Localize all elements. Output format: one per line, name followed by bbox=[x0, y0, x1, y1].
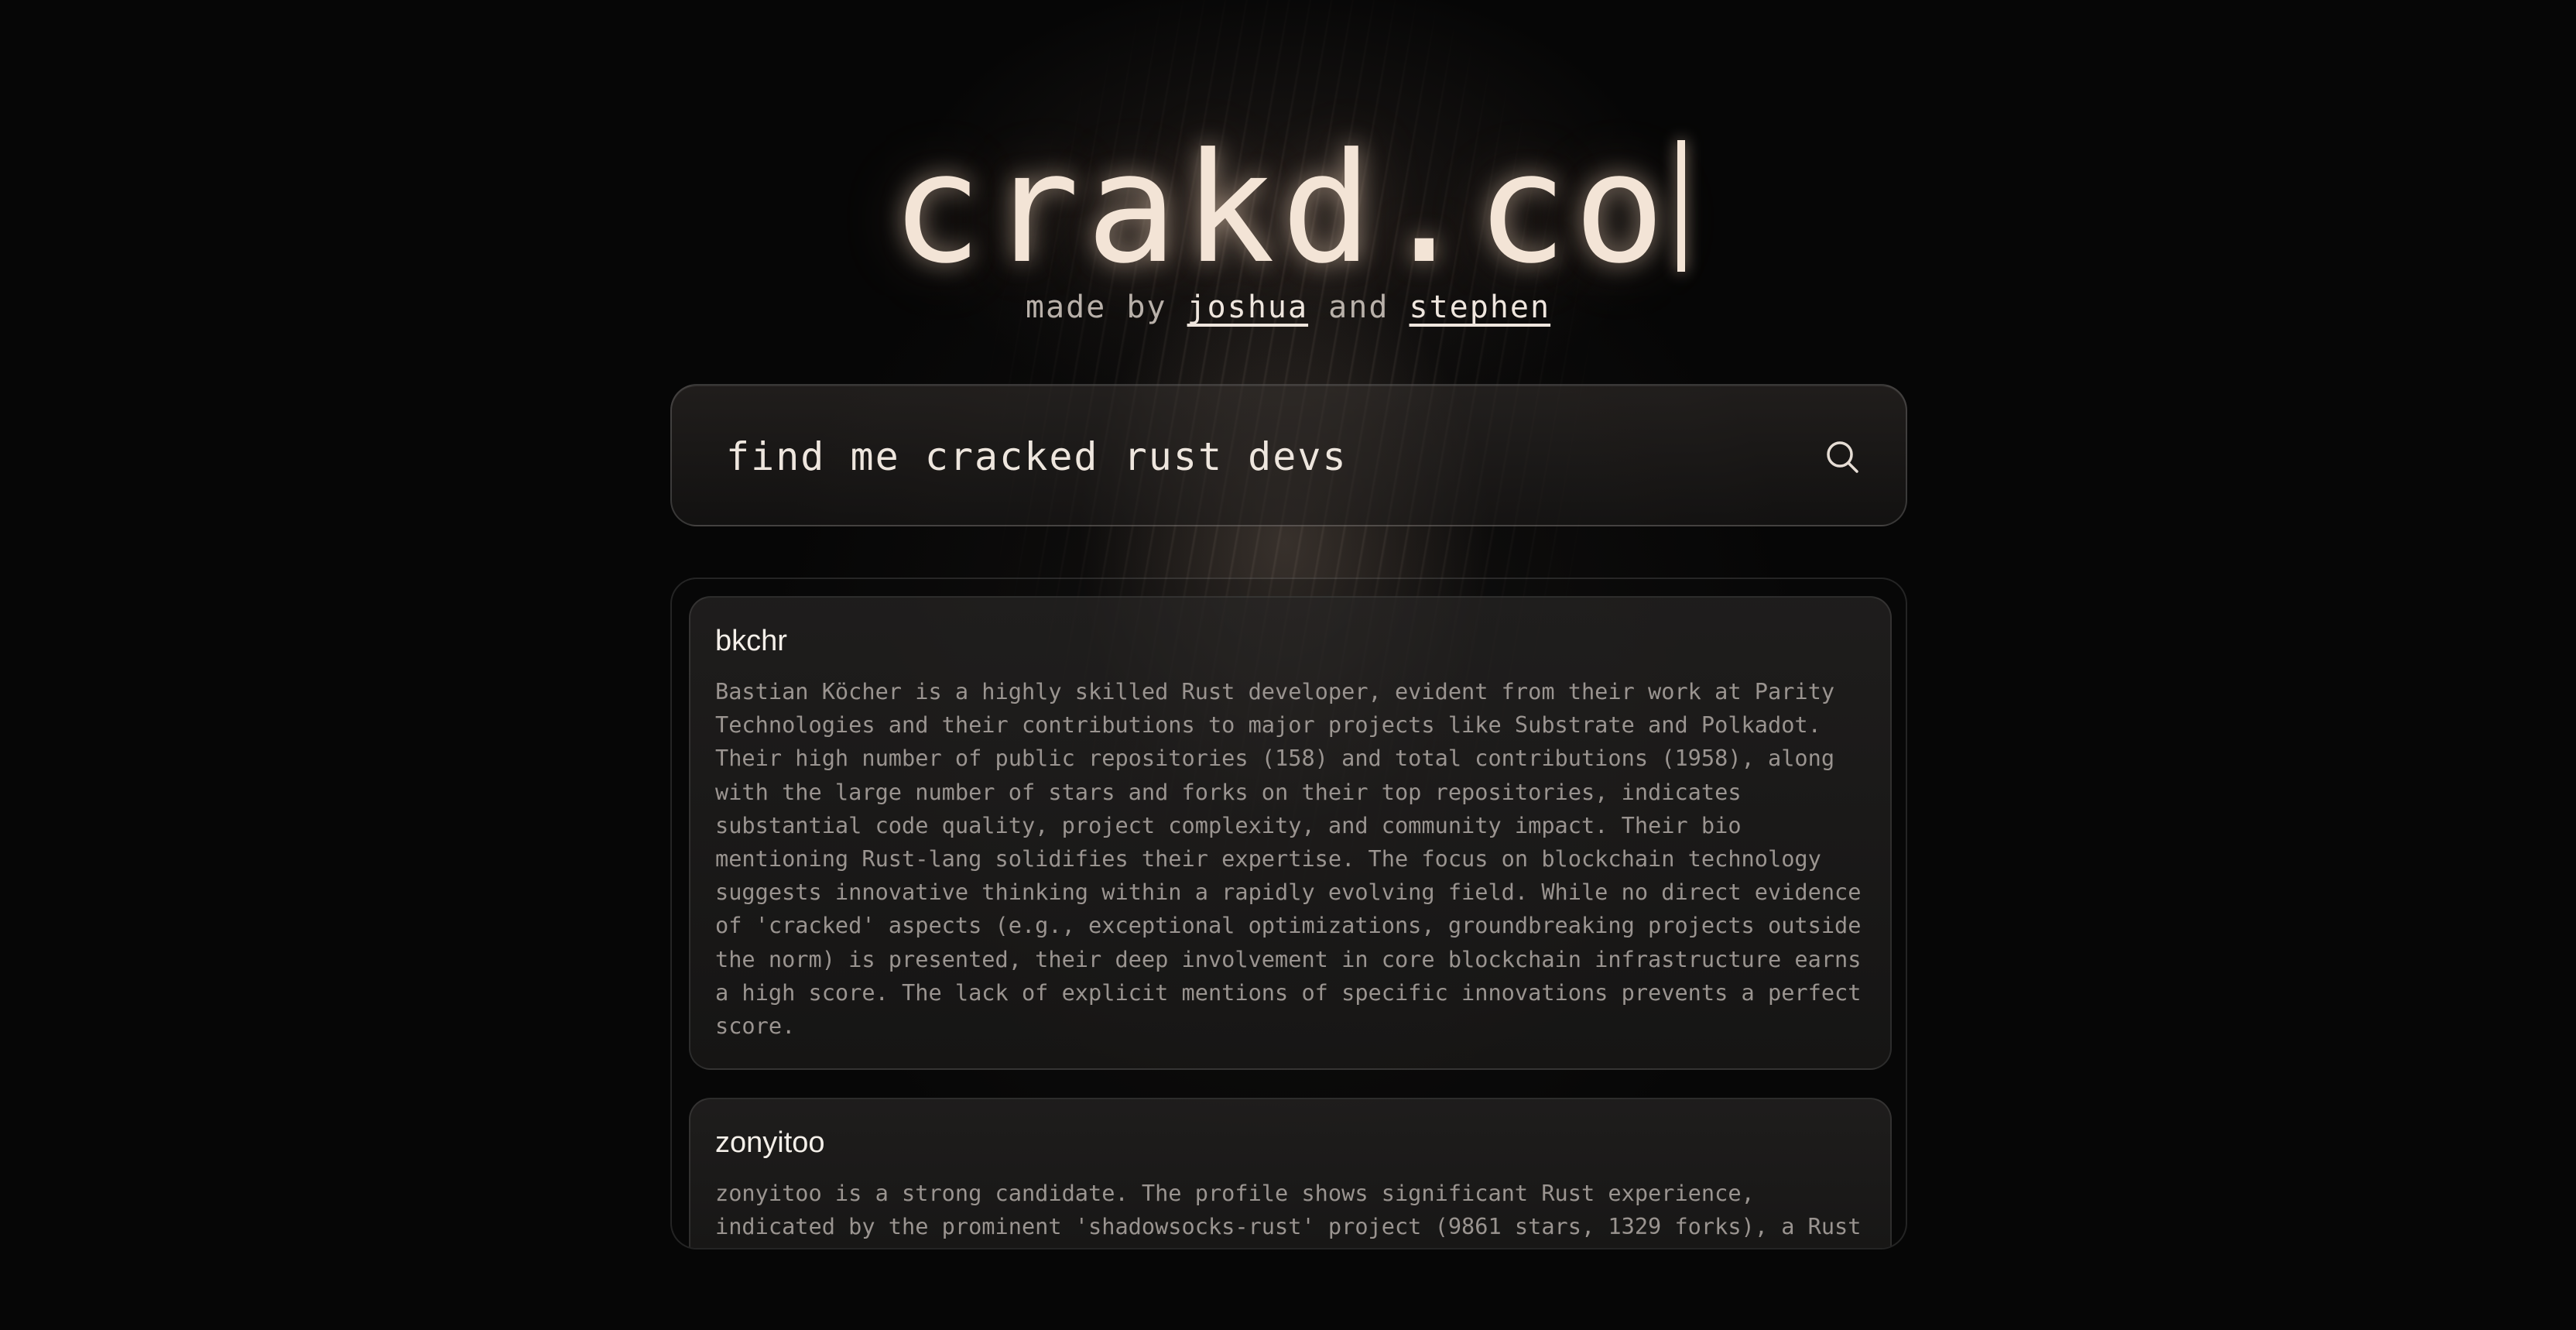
result-username: bkchr bbox=[715, 625, 787, 657]
byline-and: and bbox=[1328, 290, 1389, 325]
author-link-stephen[interactable]: stephen bbox=[1410, 290, 1551, 325]
byline: made by joshua and stephen bbox=[0, 290, 2576, 325]
site-title-text: crakd.co bbox=[890, 121, 1671, 297]
results-panel[interactable]: bkchr Bastian Köcher is a highly skilled… bbox=[670, 578, 1907, 1249]
site-title: crakd.co bbox=[0, 124, 2576, 294]
result-card[interactable]: zonyitoo zonyitoo is a strong candidate.… bbox=[689, 1098, 1892, 1248]
search-input[interactable] bbox=[726, 429, 1732, 485]
byline-prefix: made by bbox=[1025, 290, 1167, 325]
result-username: zonyitoo bbox=[715, 1126, 825, 1159]
result-card[interactable]: bkchr Bastian Köcher is a highly skilled… bbox=[689, 596, 1892, 1070]
search-button[interactable] bbox=[1821, 435, 1864, 478]
search-icon bbox=[1827, 441, 1858, 473]
author-link-joshua[interactable]: joshua bbox=[1187, 290, 1309, 325]
result-summary: Bastian Köcher is a highly skilled Rust … bbox=[715, 678, 1862, 1040]
result-summary: zonyitoo is a strong candidate. The prof… bbox=[715, 1180, 1862, 1240]
text-cursor bbox=[1677, 140, 1685, 272]
search-bar bbox=[670, 384, 1907, 526]
